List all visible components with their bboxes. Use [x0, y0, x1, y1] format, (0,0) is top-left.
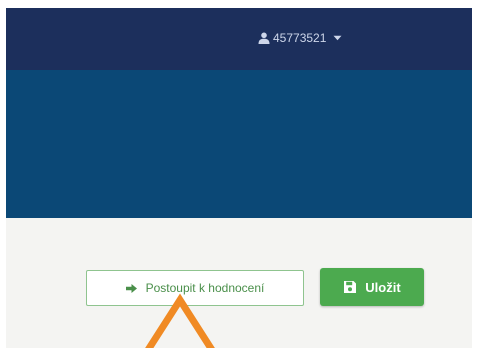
- user-menu[interactable]: 45773521: [258, 28, 342, 48]
- annotation-arrow: [145, 293, 215, 348]
- floppy-disk-icon: [344, 281, 357, 293]
- top-navbar: 45773521: [6, 8, 472, 70]
- action-area: Postoupit k hodnocení Uložit: [6, 218, 472, 348]
- arrow-right-icon: [125, 283, 137, 293]
- save-button-label: Uložit: [365, 279, 401, 295]
- page-banner: [6, 70, 472, 218]
- save-button[interactable]: Uložit: [320, 268, 424, 306]
- user-icon: [258, 32, 270, 44]
- app-frame: 45773521 Postoupit k hodnocení Uložit: [6, 8, 472, 348]
- user-id-label: 45773521: [273, 31, 327, 45]
- caret-down-icon: [333, 35, 342, 41]
